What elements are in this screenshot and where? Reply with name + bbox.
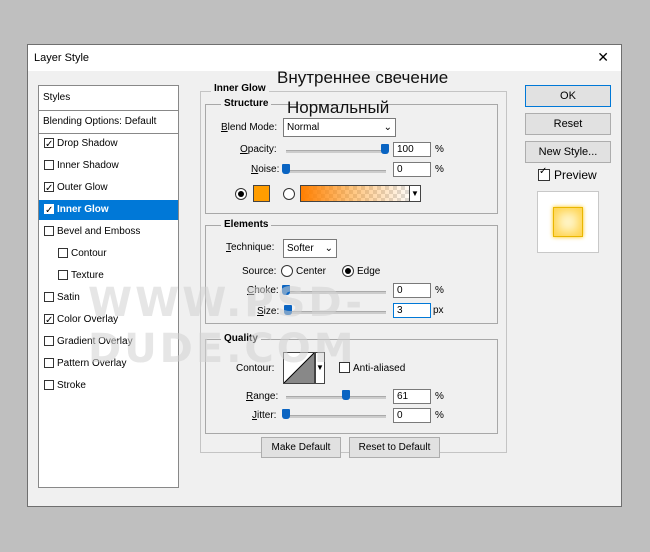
style-preview — [537, 191, 599, 253]
close-icon[interactable]: ✕ — [597, 50, 609, 64]
blending-options-label: Blending Options: Default — [43, 116, 157, 127]
opacity-unit: % — [435, 144, 444, 155]
source-center-label: Center — [296, 266, 327, 277]
inner-shadow-checkbox[interactable] — [44, 160, 54, 170]
contour-checkbox[interactable] — [58, 248, 68, 258]
outer-glow-checkbox[interactable] — [44, 179, 54, 199]
inner-glow-checkbox[interactable] — [44, 201, 54, 221]
noise-slider[interactable] — [286, 170, 386, 173]
blend-mode-label: Blend Mode: — [221, 122, 278, 133]
style-item-label: Outer Glow — [57, 182, 108, 193]
styles-header[interactable]: Styles — [39, 88, 178, 108]
gradient-dropdown-icon[interactable]: ▼ — [409, 185, 421, 202]
style-item-drop-shadow[interactable]: Drop Shadow — [39, 134, 178, 155]
opacity-input[interactable]: 100 — [393, 142, 431, 157]
overlay-heading-ru: Внутреннее свечение — [277, 68, 449, 87]
blend-mode-select[interactable]: Normal ⌄ — [283, 118, 396, 137]
source-edge-label: Edge — [357, 266, 381, 277]
jitter-input[interactable]: 0 — [393, 408, 431, 423]
blending-options[interactable]: Blending Options: Default — [39, 112, 178, 132]
noise-slider-thumb[interactable] — [282, 164, 290, 174]
style-item-label: Bevel and Emboss — [57, 226, 141, 237]
color-radio[interactable] — [235, 188, 247, 200]
window-title: Layer Style — [34, 52, 90, 64]
jitter-unit: % — [435, 410, 444, 421]
make-default-button[interactable]: Make Default — [261, 437, 341, 458]
bevel-emboss-checkbox[interactable] — [44, 226, 54, 236]
noise-input[interactable]: 0 — [393, 162, 431, 177]
technique-label: Technique: — [226, 242, 275, 253]
glow-gradient-swatch[interactable] — [300, 185, 415, 202]
opacity-label: Opacity: — [240, 144, 277, 155]
style-item-inner-shadow[interactable]: Inner Shadow — [39, 156, 178, 176]
reset-to-default-button[interactable]: Reset to Default — [349, 437, 440, 458]
overlay-blendmode-ru: Нормальный — [287, 98, 390, 117]
jitter-slider[interactable] — [286, 415, 386, 418]
style-item-contour[interactable]: Contour — [39, 244, 178, 264]
style-item-label: Satin — [57, 292, 80, 303]
gradient-radio[interactable] — [283, 188, 295, 200]
style-item-outer-glow[interactable]: Outer Glow — [39, 178, 178, 199]
texture-checkbox[interactable] — [58, 270, 68, 280]
gradient-overlay-checkbox[interactable] — [44, 336, 54, 346]
style-item-label: Contour — [71, 248, 107, 259]
source-label: Source: — [242, 266, 277, 277]
stroke-checkbox[interactable] — [44, 380, 54, 390]
style-item-inner-glow[interactable]: Inner Glow — [39, 200, 178, 221]
style-item-label: Inner Shadow — [57, 160, 119, 171]
noise-label: Noise: — [251, 164, 280, 175]
new-style-button[interactable]: New Style... — [525, 141, 611, 163]
source-edge-radio[interactable] — [342, 265, 354, 277]
structure-title: Structure — [221, 98, 272, 109]
jitter-slider-thumb[interactable] — [282, 409, 290, 419]
ok-button[interactable]: OK — [525, 85, 611, 107]
inner-glow-title: Inner Glow — [211, 83, 269, 94]
separator — [39, 110, 178, 111]
watermark-text: WWW.PSD-DUDE.COM — [88, 280, 365, 372]
color-overlay-checkbox[interactable] — [44, 311, 54, 331]
style-item-bevel-emboss[interactable]: Bevel and Emboss — [39, 222, 178, 242]
range-slider-thumb[interactable] — [342, 390, 350, 400]
style-item-label: Inner Glow — [57, 204, 109, 215]
drop-shadow-checkbox[interactable] — [44, 135, 54, 155]
technique-value: Softer — [287, 243, 314, 254]
jitter-label: Jitter: — [252, 410, 277, 421]
noise-unit: % — [435, 164, 444, 175]
style-item-stroke[interactable]: Stroke — [39, 376, 178, 396]
range-input[interactable]: 61 — [393, 389, 431, 404]
reset-button[interactable]: Reset — [525, 113, 611, 135]
chevron-down-icon: ⌄ — [383, 122, 392, 133]
preview-square — [553, 207, 583, 237]
elements-title: Elements — [221, 219, 272, 230]
range-slider[interactable] — [286, 396, 386, 399]
styles-header-label: Styles — [43, 92, 71, 103]
source-center-radio[interactable] — [281, 265, 293, 277]
blend-mode-value: Normal — [287, 122, 320, 133]
technique-select[interactable]: Softer ⌄ — [283, 239, 337, 258]
range-unit: % — [435, 391, 444, 402]
pattern-overlay-checkbox[interactable] — [44, 358, 54, 368]
preview-checkbox[interactable] — [538, 166, 550, 181]
opacity-slider[interactable] — [286, 150, 386, 153]
range-label: Range: — [246, 391, 279, 402]
chevron-down-icon: ⌄ — [324, 243, 333, 254]
glow-color-swatch[interactable] — [253, 185, 270, 202]
opacity-slider-thumb[interactable] — [381, 144, 389, 154]
satin-checkbox[interactable] — [44, 292, 54, 302]
layer-style-dialog: Layer Style ✕ Styles Blending Options: D… — [27, 44, 622, 507]
style-item-label: Drop Shadow — [57, 138, 118, 149]
style-item-label: Stroke — [57, 380, 86, 391]
preview-label: Preview — [554, 168, 597, 182]
